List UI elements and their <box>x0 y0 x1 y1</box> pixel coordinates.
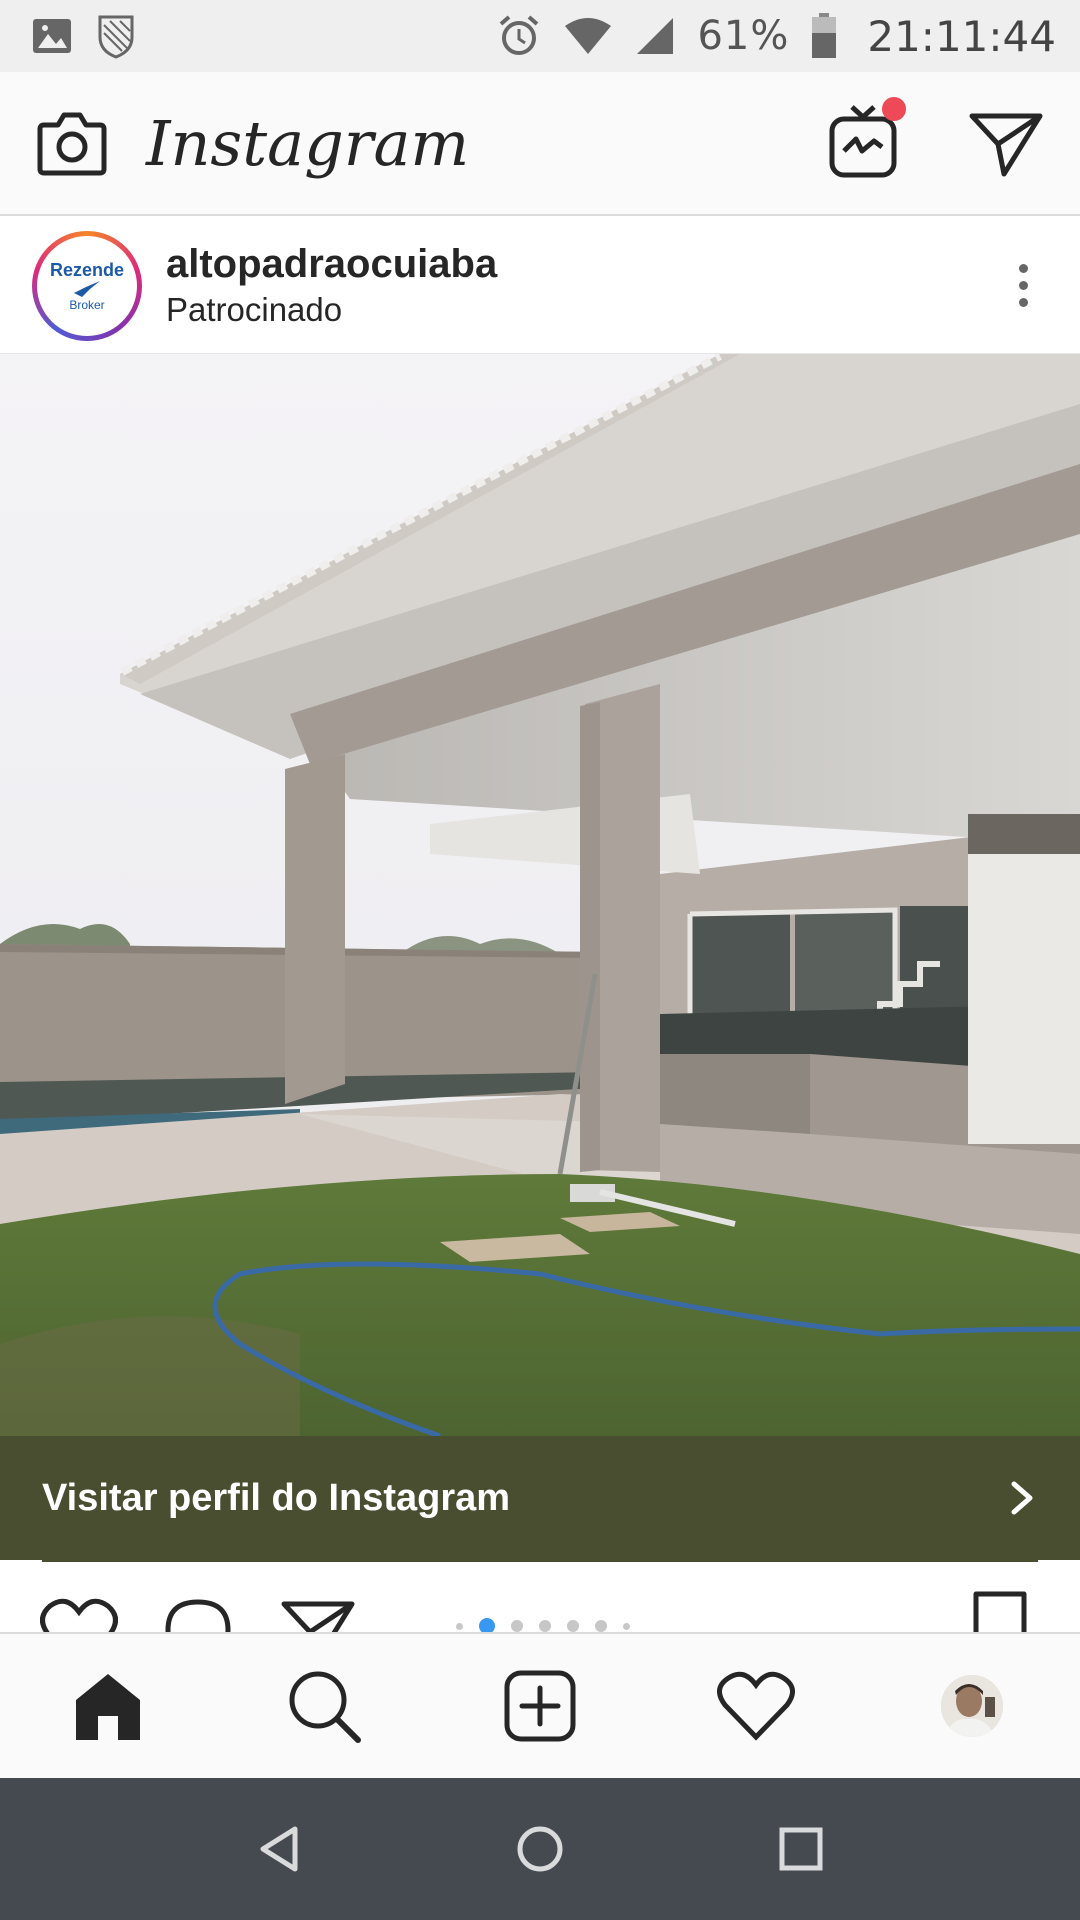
like-icon[interactable] <box>40 1598 118 1632</box>
app-header: Instagram <box>0 72 1080 216</box>
post-image[interactable] <box>0 354 1080 1436</box>
nav-activity[interactable] <box>706 1656 806 1756</box>
save-icon[interactable] <box>970 1590 1030 1632</box>
image-icon <box>33 19 71 53</box>
sponsored-label[interactable]: Patrocinado <box>166 291 497 329</box>
chevron-right-icon <box>1011 1481 1033 1515</box>
house-photo <box>0 354 1080 1436</box>
wifi-icon <box>565 18 612 54</box>
share-icon[interactable] <box>280 1598 356 1632</box>
cta-label: Visitar perfil do Instagram <box>42 1476 511 1519</box>
visit-profile-cta[interactable]: Visitar perfil do Instagram <box>0 1436 1080 1560</box>
nav-home[interactable] <box>58 1656 158 1756</box>
post-username[interactable]: altopadraocuiaba <box>166 242 497 287</box>
more-options-icon[interactable] <box>999 254 1048 317</box>
nav-search[interactable] <box>274 1656 374 1756</box>
post-actions <box>0 1562 1080 1632</box>
home-button[interactable] <box>516 1825 564 1873</box>
direct-message-icon[interactable] <box>968 108 1044 178</box>
camera-icon[interactable] <box>36 109 108 177</box>
shield-icon <box>98 15 134 59</box>
search-icon <box>289 1671 361 1743</box>
app-logo: Instagram <box>146 106 470 180</box>
back-button[interactable] <box>257 1825 301 1873</box>
carousel-indicator <box>456 1618 630 1632</box>
avatar-logo-text: Rezende <box>49 259 125 280</box>
system-navigation <box>0 1778 1080 1920</box>
nav-profile[interactable] <box>922 1656 1022 1756</box>
clock: 21:11:44 <box>867 11 1056 61</box>
new-post-icon <box>504 1670 576 1742</box>
battery-percent: 61% <box>697 13 790 59</box>
post-header: Rezende Broker altopadraocuiaba Patrocin… <box>0 218 1080 354</box>
activity-icon <box>717 1671 795 1741</box>
hummingbird-icon <box>74 280 100 297</box>
profile-avatar <box>941 1675 1003 1737</box>
home-icon <box>76 1674 140 1740</box>
battery-icon <box>812 13 837 58</box>
bottom-navigation <box>0 1632 1080 1778</box>
signal-icon <box>637 18 674 54</box>
recents-button[interactable] <box>779 1827 823 1871</box>
status-bar: 61% 21:11:44 <box>0 0 1080 72</box>
notification-dot <box>882 96 906 121</box>
igtv-button[interactable] <box>828 96 906 184</box>
comment-icon[interactable] <box>162 1596 234 1632</box>
nav-new-post[interactable] <box>490 1656 590 1756</box>
author-avatar[interactable]: Rezende Broker <box>32 230 142 341</box>
avatar-logo-sub: Broker <box>69 297 105 312</box>
alarm-icon <box>500 15 539 55</box>
